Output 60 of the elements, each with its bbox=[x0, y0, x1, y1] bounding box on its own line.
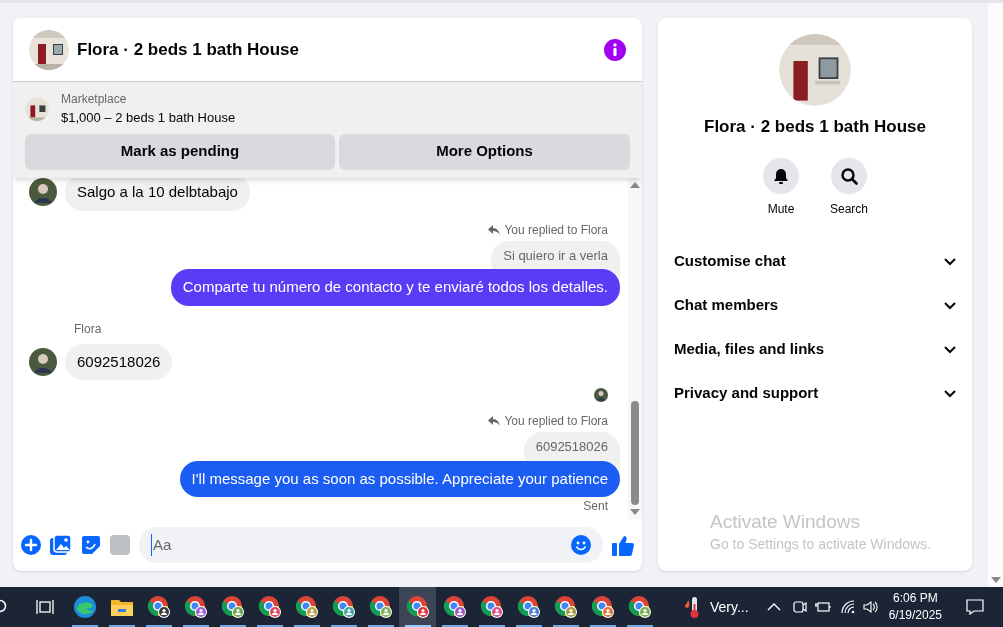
sticker-icon[interactable] bbox=[81, 535, 101, 555]
emoji-icon[interactable] bbox=[571, 535, 591, 555]
activation-title: Activate Windows bbox=[710, 510, 861, 534]
message-field[interactable]: Aa bbox=[139, 527, 603, 563]
chevron-icon bbox=[944, 301, 956, 310]
reply-note: You replied to Flora bbox=[504, 413, 608, 430]
bell-icon bbox=[772, 166, 790, 185]
reply-icon bbox=[488, 416, 501, 426]
notifications-icon[interactable] bbox=[966, 599, 985, 615]
mute-button[interactable] bbox=[763, 157, 799, 194]
add-icon[interactable] bbox=[21, 535, 41, 555]
info-icon[interactable] bbox=[604, 38, 626, 61]
message-bubble: I'll message you as soon as possible. Appreciate your patience bbox=[179, 460, 620, 497]
listing-summary: $1,000 – 2 beds 1 bath House bbox=[61, 109, 236, 127]
reply-icon bbox=[488, 224, 501, 235]
activation-message: Go to Settings to activate Windows. bbox=[710, 534, 931, 554]
section-row[interactable]: Chat members bbox=[674, 283, 956, 328]
sender-name: Flora bbox=[74, 321, 102, 336]
task-view-icon[interactable] bbox=[36, 599, 54, 615]
image-icon[interactable] bbox=[50, 535, 72, 555]
camera-icon[interactable] bbox=[792, 599, 807, 615]
avatar bbox=[29, 178, 57, 207]
message-bubble: 6092518026 bbox=[65, 343, 173, 380]
search-icon[interactable] bbox=[0, 599, 8, 615]
volume-icon[interactable] bbox=[862, 600, 879, 614]
section-row[interactable]: Media, files and links bbox=[674, 327, 956, 372]
clock[interactable]: 6:06 PM 6/19/2025 bbox=[888, 590, 943, 624]
avatar bbox=[29, 347, 57, 376]
conversation-title: Flora · 2 beds 1 bath House bbox=[704, 116, 926, 138]
search-icon bbox=[840, 166, 858, 185]
chevron-up-icon[interactable] bbox=[766, 603, 781, 611]
mark-pending-button[interactable]: Mark as pending bbox=[25, 133, 335, 170]
listing-source: Marketplace bbox=[61, 91, 128, 108]
edge-icon bbox=[72, 595, 97, 619]
section-row[interactable]: Privacy and support bbox=[674, 371, 956, 416]
battery-icon[interactable] bbox=[814, 600, 831, 614]
chevron-icon bbox=[944, 345, 956, 354]
thumbs-up-icon[interactable] bbox=[612, 534, 634, 556]
chat-title: Flora · 2 beds 1 bath House bbox=[77, 38, 300, 61]
wifi-icon[interactable] bbox=[840, 600, 855, 614]
chevron-icon bbox=[944, 257, 956, 266]
scrollbar-thumb[interactable] bbox=[631, 401, 639, 505]
delivery-status: Sent bbox=[583, 498, 608, 515]
action-label: Search bbox=[830, 200, 868, 218]
action-label: Mute bbox=[767, 200, 795, 218]
browser-taskbar-button[interactable] bbox=[399, 587, 436, 627]
weather-label[interactable]: Very... bbox=[710, 596, 749, 618]
reply-note: You replied to Flora bbox=[504, 221, 608, 239]
read-receipt-avatar bbox=[594, 388, 608, 402]
message-input[interactable]: Aa bbox=[151, 533, 571, 557]
message-bubble: Comparte tu número de contacto y te enviaré todos los detalles. bbox=[170, 269, 620, 306]
scroll-down-icon[interactable] bbox=[990, 577, 1001, 583]
scroll-down-icon[interactable] bbox=[630, 509, 640, 515]
search-button[interactable] bbox=[831, 157, 867, 194]
scrollbar[interactable] bbox=[628, 177, 642, 519]
message-bubble: Salgo a la 10 delbtabajo bbox=[65, 177, 250, 211]
section-row[interactable]: Customise chat bbox=[674, 239, 956, 284]
more-options-button[interactable]: More Options bbox=[339, 133, 630, 170]
chevron-icon bbox=[944, 389, 956, 398]
scroll-up-icon[interactable] bbox=[630, 181, 640, 188]
